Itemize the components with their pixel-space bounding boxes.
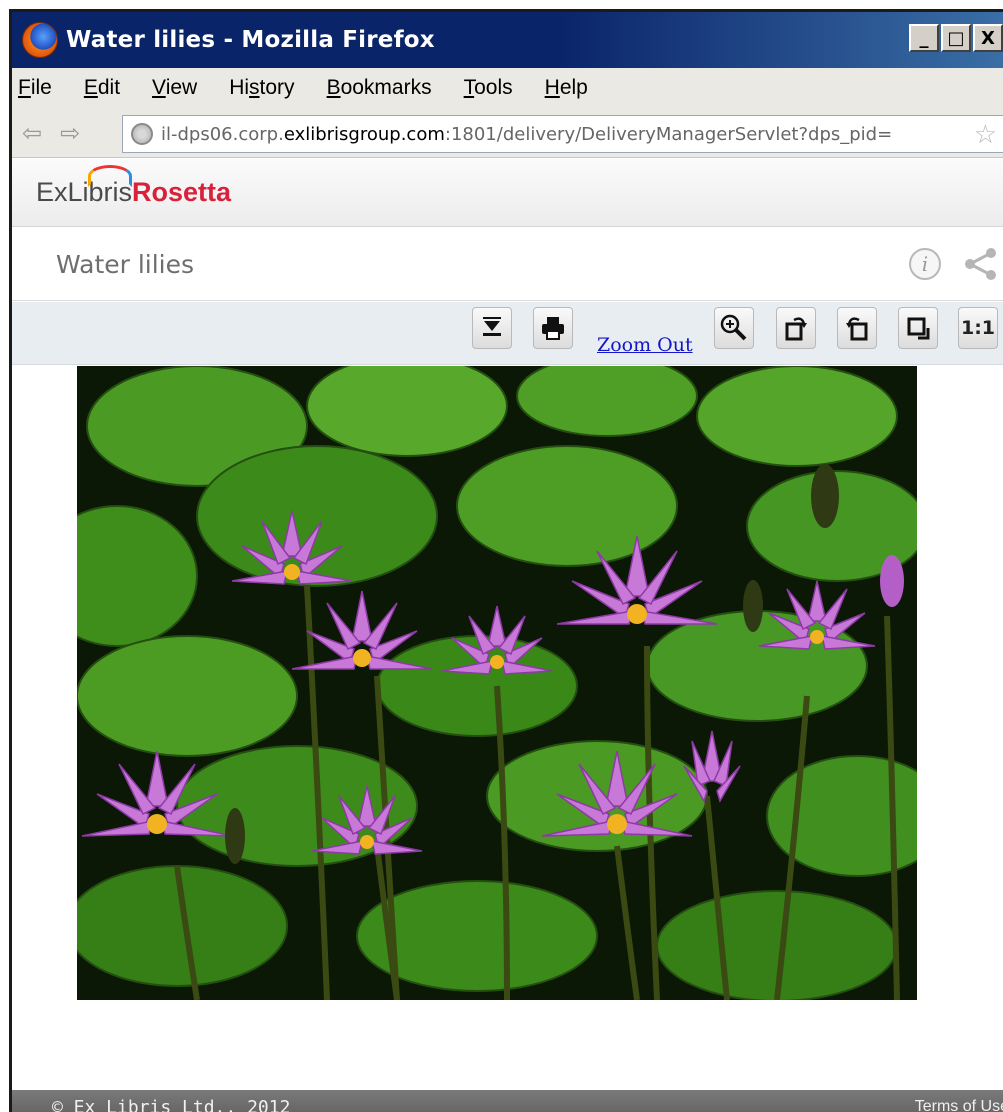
exlibris-rosetta-logo[interactable]: ExLibrisRosetta <box>36 165 231 208</box>
menu-help[interactable]: Help <box>545 76 588 100</box>
title-bar[interactable]: Water lilies - Mozilla Firefox _ □ X <box>12 12 1003 68</box>
zoom-in-icon <box>720 314 747 341</box>
bookmark-star-icon[interactable]: ☆ <box>974 120 997 150</box>
rotate-left-icon <box>785 317 807 341</box>
download-icon <box>483 317 501 336</box>
rotate-right-icon <box>846 317 868 341</box>
navigation-bar: ⇦ ⇨ il-dps06.corp. exlibrisgroup.com:1801… <box>12 108 1003 158</box>
print-icon <box>542 317 564 340</box>
maximize-button[interactable]: □ <box>941 24 971 52</box>
back-arrow-icon[interactable]: ⇦ <box>22 119 42 147</box>
fit-window-button[interactable] <box>898 307 938 349</box>
actual-size-button[interactable]: 1:1 <box>958 307 998 349</box>
actual-size-label: 1:1 <box>960 317 996 339</box>
copyright-text: © Ex Libris Ltd., 2012 <box>52 1096 291 1112</box>
url-domain: exlibrisgroup.com <box>283 123 445 145</box>
rotate-right-button[interactable] <box>837 307 877 349</box>
terms-of-use-link[interactable]: Terms of Use <box>915 1098 1003 1112</box>
url-prefix: il-dps06.corp. <box>161 123 284 145</box>
logo-arc-icon <box>88 165 132 187</box>
viewer-toolbar: Zoom Out 1:1 <box>12 302 1003 365</box>
print-button[interactable] <box>533 307 573 349</box>
water-lilies-image[interactable] <box>77 366 917 1000</box>
url-suffix: :1801/delivery/DeliveryManagerServlet?dp… <box>444 123 893 145</box>
menu-view[interactable]: View <box>152 76 197 100</box>
fit-window-icon <box>907 317 930 340</box>
download-button[interactable] <box>472 307 512 349</box>
menu-edit[interactable]: Edit <box>84 76 120 100</box>
share-icon[interactable] <box>961 246 1001 282</box>
firefox-logo-icon <box>22 22 58 58</box>
menu-file[interactable]: File <box>18 76 52 100</box>
menu-bar: File Edit View History Bookmarks Tools H… <box>12 68 1003 108</box>
page-footer: © Ex Libris Ltd., 2012 Terms of Use <box>12 1090 1003 1112</box>
browser-window: Water lilies - Mozilla Firefox _ □ X Fil… <box>9 9 1003 1112</box>
forward-arrow-icon[interactable]: ⇨ <box>60 119 80 147</box>
rotate-left-button[interactable] <box>776 307 816 349</box>
zoom-in-button[interactable] <box>714 307 754 349</box>
menu-history[interactable]: History <box>229 76 294 100</box>
water-lilies-illustration <box>77 366 917 1000</box>
page-title: Water lilies <box>56 249 195 279</box>
rosetta-header: ExLibrisRosetta <box>12 159 1003 227</box>
item-title-row: Water lilies i <box>12 228 1003 301</box>
window-title: Water lilies - Mozilla Firefox <box>66 27 435 53</box>
close-button[interactable]: X <box>973 24 1003 52</box>
globe-icon <box>131 123 153 145</box>
menu-bookmarks[interactable]: Bookmarks <box>327 76 432 100</box>
image-viewer <box>12 366 1003 1088</box>
zoom-out-link[interactable]: Zoom Out <box>597 334 693 356</box>
info-icon[interactable]: i <box>909 248 941 280</box>
address-bar[interactable]: il-dps06.corp. exlibrisgroup.com:1801/del… <box>122 115 1003 153</box>
menu-tools[interactable]: Tools <box>464 76 513 100</box>
minimize-button[interactable]: _ <box>909 24 939 52</box>
